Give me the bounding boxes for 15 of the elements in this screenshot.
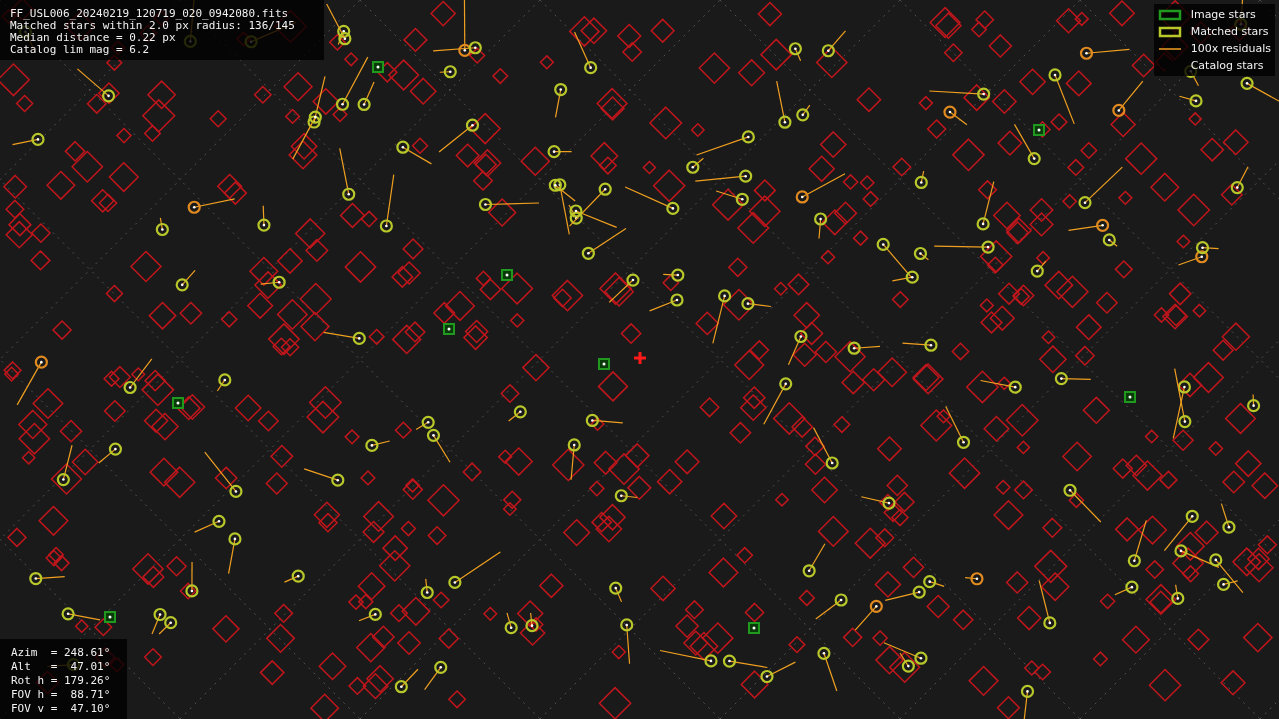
pointing-text: FOV h = 88.71°: [11, 688, 112, 702]
matched-star-swatch-icon: [1157, 25, 1182, 38]
legend-label: Image stars: [1190, 8, 1256, 21]
legend-label: Catalog stars: [1190, 59, 1264, 72]
info-text: Matched stars within 2.0 px radius: 136/145: [10, 20, 296, 32]
pointing-text: FOV v = 47.10°: [11, 702, 112, 716]
legend-label: 100x residuals: [1190, 42, 1271, 55]
pointing-text: Rot h = 179.26°: [11, 674, 112, 688]
info-text: Catalog lim mag = 6.2: [10, 44, 151, 56]
info-text: FF_USL006_20240219_120719_020_0942080.fits: [10, 8, 290, 20]
pointing-text: Alt = 47.01°: [11, 660, 112, 674]
legend-label: Matched stars: [1190, 25, 1269, 38]
pointing-text: Azim = 248.61°: [11, 646, 112, 660]
image-star-swatch-icon: [1157, 8, 1182, 21]
info-text: Median distance = 0.22 px: [10, 32, 177, 44]
